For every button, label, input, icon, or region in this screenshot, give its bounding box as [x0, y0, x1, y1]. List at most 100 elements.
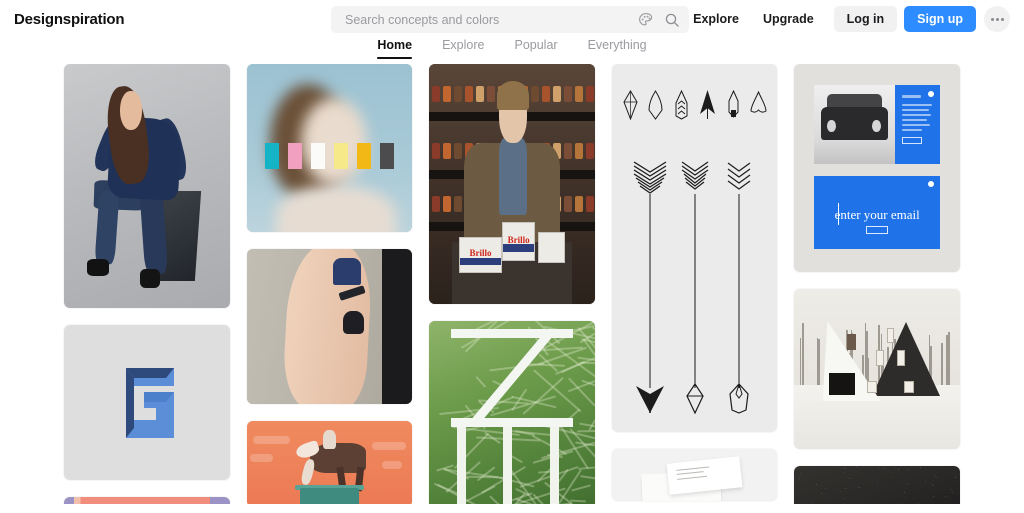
feed-tabs: Home Explore Popular Everything — [0, 38, 1024, 64]
card-business-card-stack[interactable] — [612, 449, 778, 501]
market-can — [443, 86, 451, 102]
dark-speck — [950, 489, 951, 490]
card-web-design-mockup[interactable]: enter your email — [794, 64, 960, 272]
cabin-window-3 — [897, 350, 905, 366]
arrowhead-icon-3 — [673, 90, 690, 120]
login-button[interactable]: Log in — [834, 6, 898, 32]
nav-link-upgrade[interactable]: Upgrade — [751, 12, 826, 26]
market-can — [465, 86, 473, 102]
arrow-shaft-3 — [738, 194, 739, 388]
dark-speck — [895, 467, 896, 468]
card-text-line-3 — [677, 476, 708, 480]
dark-speck — [936, 477, 937, 478]
market-can — [487, 86, 495, 102]
cabin-window-4 — [867, 381, 877, 393]
card-blue-g-logo[interactable] — [64, 325, 230, 480]
dark-speck — [859, 487, 860, 488]
mockup-car-photo — [814, 85, 895, 164]
brillo-label-2: Brillo — [503, 236, 534, 245]
search-icon[interactable] — [663, 11, 680, 28]
image-grid: USED — [0, 64, 1024, 504]
cabin-chimney — [847, 334, 856, 350]
dark-speck — [899, 486, 900, 487]
mockup-body-line-2 — [902, 109, 930, 111]
fashion-face — [120, 91, 142, 130]
tab-popular[interactable]: Popular — [514, 38, 557, 59]
full-arrow-2 — [673, 160, 717, 414]
search-bar[interactable] — [331, 6, 689, 33]
dark-speck — [908, 469, 909, 470]
dark-speck — [837, 482, 838, 483]
top-header: Designspiration Explore U — [0, 0, 1024, 38]
dark-speck — [844, 468, 845, 469]
dark-speck — [877, 483, 878, 484]
market-can — [586, 86, 594, 102]
color-swatch-1 — [265, 143, 279, 169]
full-arrow-1 — [628, 160, 672, 414]
cabin-tree — [941, 343, 943, 389]
arrowhead-icon-5 — [725, 90, 742, 120]
card-snow-covered-a-frame-cabin[interactable] — [794, 289, 960, 449]
card-blurred-portrait-swatches[interactable] — [247, 64, 413, 232]
brand-logo[interactable]: Designspiration — [14, 11, 124, 28]
dark-speck — [799, 478, 800, 479]
tattoo-dark-edge — [382, 249, 412, 404]
market-can — [586, 196, 594, 212]
dark-speck — [901, 503, 902, 504]
signup-button[interactable]: Sign up — [904, 6, 976, 32]
card-dark-texture-image[interactable] — [794, 466, 960, 504]
card-supermarket-brillo-photo[interactable]: Brillo Brillo — [429, 64, 595, 304]
dark-speck — [935, 476, 936, 477]
market-can — [575, 86, 583, 102]
dark-speck — [952, 492, 953, 493]
market-can — [586, 143, 594, 159]
dark-speck — [825, 488, 826, 489]
card-used-poster[interactable]: USED — [64, 497, 230, 504]
dark-speck — [918, 503, 919, 504]
dark-speck — [933, 496, 934, 497]
dark-speck — [953, 473, 954, 474]
tab-everything[interactable]: Everything — [588, 38, 647, 59]
market-can — [564, 196, 572, 212]
card-fashion-portrait-navy-blazer[interactable] — [64, 64, 230, 308]
card-letter-z-grass[interactable] — [429, 321, 595, 504]
z-bottom-bar — [451, 418, 574, 427]
tab-home[interactable]: Home — [377, 38, 412, 59]
grid-column-4 — [612, 64, 778, 501]
mockup-screen-bottom: enter your email — [814, 176, 940, 249]
card-arrow-illustrations[interactable] — [612, 64, 778, 432]
statue-cloud-2 — [250, 454, 273, 462]
fashion-shoe-left — [87, 259, 109, 276]
mockup-heading-line — [902, 95, 921, 98]
dark-speck — [945, 496, 946, 497]
dark-speck — [857, 487, 858, 488]
vertical-stem-3 — [550, 427, 559, 504]
cabin-window-1 — [887, 328, 894, 343]
more-options-icon[interactable] — [984, 6, 1010, 32]
cabin-window-2 — [876, 350, 884, 366]
header-nav: Explore Upgrade Log in Sign up — [681, 0, 1010, 38]
palette-icon[interactable] — [637, 11, 654, 28]
card-equestrian-statue-illustration[interactable] — [247, 421, 413, 504]
letter-z-glyph — [451, 329, 574, 427]
dot-2 — [996, 18, 999, 21]
dark-speck — [849, 478, 850, 479]
market-can — [476, 86, 484, 102]
color-swatch-5 — [357, 143, 371, 169]
card-tattooed-arm[interactable] — [247, 249, 413, 404]
market-can — [531, 86, 539, 102]
mockup-email-text: enter your email — [814, 207, 940, 223]
tattoo-ink-head — [343, 311, 365, 334]
nav-link-explore[interactable]: Explore — [681, 12, 751, 26]
portrait-face — [301, 98, 367, 185]
mockup-screen-top — [814, 85, 940, 164]
full-arrow-row — [628, 160, 761, 414]
fashion-figure — [64, 64, 230, 308]
statue-cloud-4 — [382, 461, 402, 469]
tab-explore[interactable]: Explore — [442, 38, 484, 59]
dark-speck — [898, 469, 899, 470]
dark-speck — [821, 493, 822, 494]
dark-speck — [844, 498, 845, 499]
market-can — [564, 143, 572, 159]
search-input[interactable] — [343, 6, 637, 33]
